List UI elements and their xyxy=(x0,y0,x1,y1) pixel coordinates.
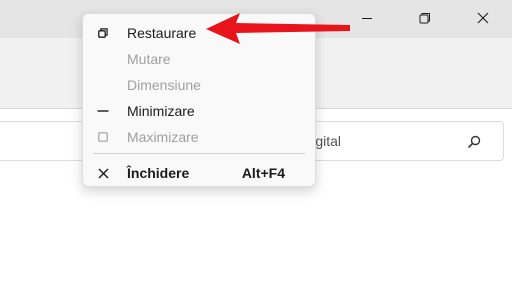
close-icon xyxy=(95,165,111,181)
annotation-arrow-icon xyxy=(206,13,350,44)
restore-icon xyxy=(419,13,430,24)
menu-item-shortcut: Alt+F4 xyxy=(241,165,285,181)
menu-separator xyxy=(93,153,305,154)
minimize-icon xyxy=(362,18,372,19)
restore-button[interactable] xyxy=(402,0,448,36)
menu-item-label: Maximizare xyxy=(127,129,199,145)
menu-item-move: Mutare xyxy=(83,46,315,72)
minimize-icon xyxy=(95,103,111,119)
menu-item-close[interactable]: Închidere Alt+F4 xyxy=(83,160,315,186)
close-icon xyxy=(477,12,489,24)
annotation-arrow-shape xyxy=(206,13,350,44)
menu-item-label: Restaurare xyxy=(127,25,197,41)
menu-item-label: Mutare xyxy=(127,51,171,67)
search-icon[interactable] xyxy=(465,133,483,151)
maximize-icon xyxy=(95,129,111,145)
menu-item-label: Închidere xyxy=(127,165,190,181)
menu-item-minimize[interactable]: Minimizare xyxy=(83,98,315,124)
restore-icon xyxy=(95,25,111,41)
close-button[interactable] xyxy=(460,0,506,36)
menu-item-size: Dimensiune xyxy=(83,72,315,98)
menu-item-maximize: Maximizare xyxy=(83,124,315,150)
menu-item-label: Minimizare xyxy=(127,103,195,119)
menu-item-label: Dimensiune xyxy=(127,77,201,93)
